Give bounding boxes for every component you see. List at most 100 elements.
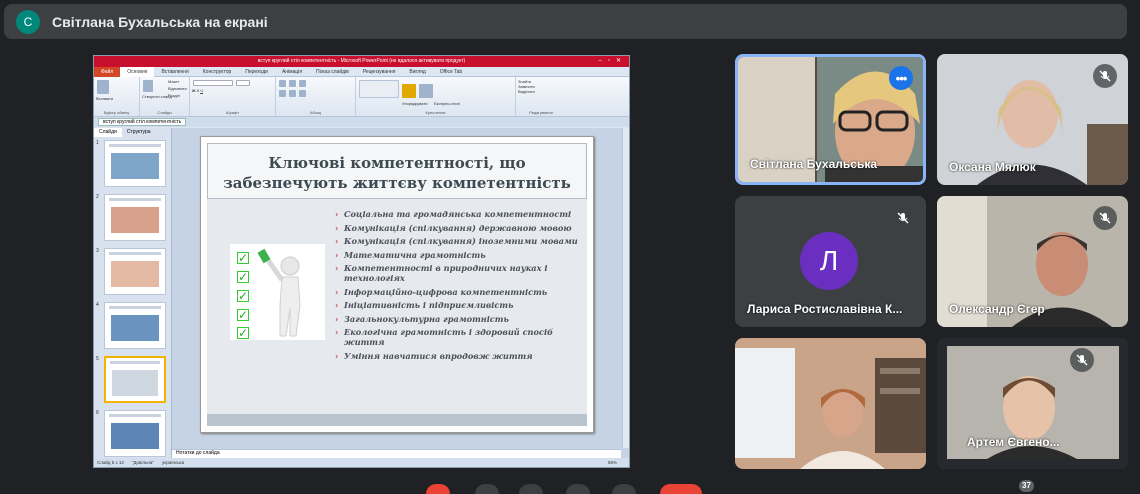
align-left-icon[interactable] [279, 90, 286, 97]
slide-thumb-row[interactable]: 1 [96, 140, 166, 187]
reset-button[interactable]: Відновити [168, 86, 187, 91]
mic-off-icon [1070, 348, 1094, 372]
bullets-icon[interactable] [279, 80, 286, 87]
arrange-icon[interactable] [402, 84, 417, 98]
slide-thumbnail[interactable] [104, 302, 166, 349]
slide-thumb-row[interactable]: 2 [96, 194, 166, 241]
slide-thumb-row[interactable]: 3 [96, 248, 166, 295]
window-title-bar: вступ круглий стіл компетентність - Micr… [94, 56, 629, 67]
font-name-select[interactable] [193, 80, 233, 86]
participant-count-badge: 37 [1019, 480, 1034, 492]
italic-icon[interactable]: К [197, 88, 199, 93]
align-center-icon[interactable] [289, 90, 297, 97]
ribbon: Вставити Буфер обміну Створити слайд Мак… [94, 77, 629, 117]
camera-button[interactable] [475, 484, 499, 494]
tab-review[interactable]: Рецензування [356, 69, 403, 75]
participant-tile[interactable]: Оксана Мялюк [937, 54, 1128, 185]
slide-number: 5 [96, 356, 99, 362]
tab-view[interactable]: Вигляд [402, 69, 432, 75]
mic-off-icon [1093, 64, 1117, 88]
font-size-select[interactable] [236, 80, 251, 86]
present-button[interactable] [566, 484, 590, 494]
slide-thumbnail[interactable] [104, 194, 166, 241]
current-slide[interactable]: Ключові компетентності, що забезпечують … [200, 136, 594, 433]
panel-tabs: Слайди Структура [94, 128, 171, 137]
tab-transitions[interactable]: Переходи [238, 69, 275, 75]
bold-icon[interactable]: Ж [192, 88, 196, 93]
paste-button[interactable]: Вставити [96, 96, 137, 101]
mic-button[interactable] [426, 484, 450, 494]
tab-home[interactable]: Основне [120, 66, 155, 77]
participant-name: Лариса Ростиславівна К... [747, 302, 903, 316]
paste-icon[interactable] [97, 80, 109, 94]
list-item: Екологічна грамотність і здоровий спосіб… [335, 327, 580, 347]
shared-screen: вступ круглий стіл компетентність - Micr… [93, 55, 630, 468]
slide-thumbnail[interactable] [104, 410, 166, 457]
leave-call-button[interactable] [660, 484, 702, 494]
participant-tile[interactable]: Л Лариса Ростиславівна К... [735, 196, 926, 327]
new-slide-button[interactable]: Створити слайд [142, 94, 187, 99]
underline-icon[interactable]: Ч [200, 88, 203, 93]
indent-icon[interactable] [299, 80, 307, 87]
ribbon-group-drawing: Упорядкувати Експрес-стилі Креслення [356, 77, 516, 116]
numbering-icon[interactable] [289, 80, 297, 87]
document-tab[interactable]: вступ круглий стіл компетентність [98, 118, 187, 126]
participant-tile[interactable] [735, 338, 926, 469]
new-slide-icon[interactable] [143, 80, 153, 92]
ribbon-group-editing: Знайти Замінити Виділити Редагування [516, 77, 566, 116]
list-item: Уміння навчатися впродовж життя [335, 351, 580, 361]
more-options-button[interactable] [612, 484, 636, 494]
layout-button[interactable]: Макет [168, 79, 179, 84]
zoom-level[interactable]: 55% [608, 460, 617, 465]
slide-edit-area[interactable]: Ключові компетентності, що забезпечують … [172, 128, 629, 458]
meeting-controls [0, 484, 1140, 494]
select-button[interactable]: Виділити [518, 89, 564, 94]
slide-thumb-row[interactable]: 5 [96, 356, 166, 403]
slide-number: 2 [96, 194, 99, 200]
slide-number: 6 [96, 410, 99, 416]
tab-insert[interactable]: Вставлення [154, 69, 195, 75]
slide-thumb-row[interactable]: 4 [96, 302, 166, 349]
group-label: Буфер обміну [103, 110, 130, 115]
quick-styles-button[interactable]: Експрес-стилі [434, 101, 460, 106]
tab-design[interactable]: Конструктор [196, 69, 239, 75]
tab-office-tab[interactable]: Office Tab [433, 69, 469, 75]
participant-tile[interactable]: Артем Євгено... [937, 338, 1128, 469]
tab-file[interactable]: Файл [94, 66, 121, 77]
participant-name: Оксана Мялюк [949, 160, 1036, 174]
mic-off-icon [1093, 206, 1117, 230]
status-language: українська [162, 460, 185, 465]
slide-thumb-row[interactable]: 6 [96, 410, 166, 457]
align-right-icon[interactable] [299, 90, 307, 97]
slide-thumbnail[interactable] [104, 140, 166, 187]
group-label: Шрифт [225, 110, 240, 115]
tab-slides[interactable]: Слайди [94, 128, 122, 137]
participant-video [735, 338, 926, 469]
vertical-scrollbar[interactable] [622, 128, 629, 448]
list-item: Комунікація (спілкування) іноземними мов… [335, 236, 580, 246]
participant-tile[interactable]: Олександр Єгер [937, 196, 1128, 327]
tab-outline[interactable]: Структура [122, 128, 156, 137]
ribbon-group-slides: Створити слайд Макет Відновити Розділ Сл… [140, 77, 190, 116]
tab-animations[interactable]: Анімація [275, 69, 309, 75]
person-figure-icon [257, 248, 301, 337]
presenting-banner: С Світлана Бухальська на екрані [4, 4, 1127, 39]
tab-slideshow[interactable]: Показ слайдів [309, 69, 356, 75]
captions-button[interactable] [519, 484, 543, 494]
presenter-avatar: С [16, 9, 40, 34]
quick-styles-icon[interactable] [419, 84, 434, 98]
notes-pane[interactable]: Нотатки до слайда [172, 449, 621, 458]
slide-thumbnail-selected[interactable] [104, 356, 166, 403]
more-options-icon[interactable]: ••• [889, 66, 913, 90]
shapes-gallery-icon[interactable] [359, 80, 399, 98]
participant-name: Світлана Бухальська [750, 157, 878, 171]
list-item: Загальнокультурна грамотність [335, 314, 580, 324]
slide-thumbnail-panel: Слайди Структура 1 2 3 4 5 6 [94, 128, 172, 458]
section-button[interactable]: Розділ [168, 93, 180, 98]
status-slide-count: Слайд 5 з 12 [97, 460, 124, 465]
slide-title-box[interactable]: Ключові компетентності, що забезпечують … [207, 143, 587, 199]
participant-tile[interactable]: ••• Світлана Бухальська [735, 54, 926, 185]
list-item: Інформаційно-цифрова компетентність [335, 287, 580, 297]
arrange-button[interactable]: Упорядкувати [402, 101, 428, 106]
slide-thumbnail[interactable] [104, 248, 166, 295]
